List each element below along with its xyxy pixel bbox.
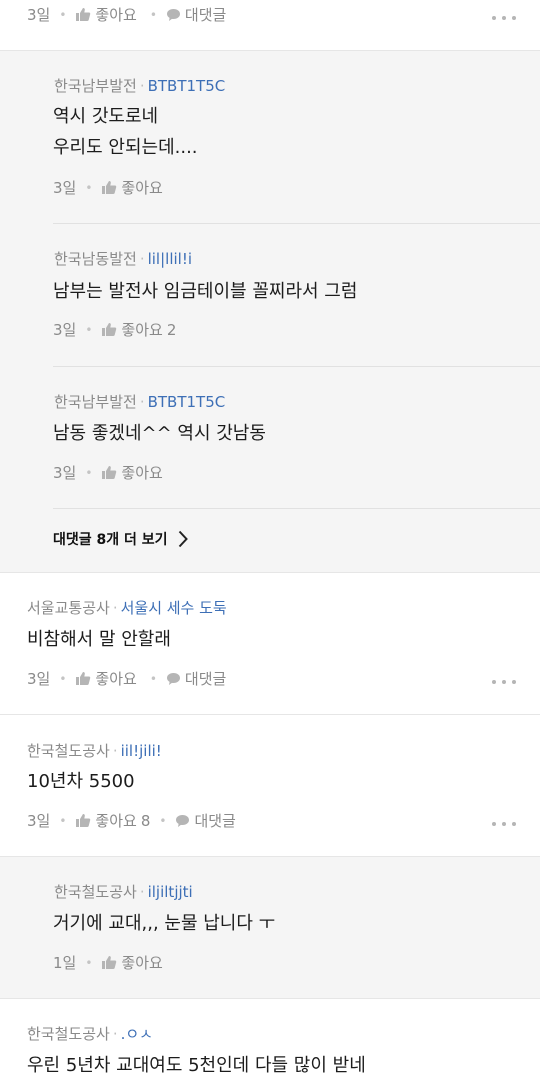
see-more-replies-button[interactable]: 대댓글 8개 더 보기	[53, 529, 188, 549]
comment-text: 역시 갓도로네 우리도 안되는데....	[53, 106, 198, 158]
thumbs-up-icon[interactable]	[101, 322, 117, 337]
like-button[interactable]: 좋아요	[95, 810, 136, 831]
thumbs-up-icon[interactable]	[101, 180, 117, 195]
reply-button[interactable]: 대댓글	[194, 810, 235, 831]
author-nickname[interactable]: lil|llil!i	[148, 250, 192, 268]
comment-meta: 3일 • 좋아요 • 대댓글	[27, 668, 227, 689]
comment-author: 서울교통공사 · 서울시 세수 도둑	[27, 599, 227, 617]
comment-meta: 1일 • 좋아요	[53, 952, 163, 973]
more-options-icon[interactable]	[492, 820, 516, 828]
comment-author: 한국남부발전 · BTBT1T5C	[54, 393, 226, 411]
author-nickname[interactable]: iil!jili!	[121, 742, 162, 760]
comment-meta: 3일 • 좋아요	[53, 177, 163, 198]
comment-author: 한국남부발전 · BTBT1T5C	[54, 77, 226, 95]
comment-text: 남동 좋겠네^^ 역시 갓남동	[53, 423, 266, 444]
like-button[interactable]: 좋아요	[95, 4, 136, 25]
comment-time: 3일	[27, 812, 51, 830]
comment-time: 3일	[53, 321, 77, 339]
like-button[interactable]: 좋아요	[121, 462, 162, 483]
comment-text: 거기에 교대,,, 눈물 납니다 ㅜ	[53, 913, 276, 934]
chevron-right-icon	[178, 530, 188, 548]
comment-meta: 3일 • 좋아요 • 대댓글	[27, 4, 227, 25]
thumbs-up-icon[interactable]	[75, 7, 91, 22]
like-button[interactable]: 좋아요	[95, 668, 136, 689]
comment-text: 10년차 5500	[27, 771, 135, 792]
comment-author: 한국철도공사 · iil!jili!	[27, 742, 162, 760]
speech-bubble-icon[interactable]	[166, 8, 181, 22]
like-button[interactable]: 좋아요	[121, 319, 162, 340]
comment-time: 3일	[53, 464, 77, 482]
thumbs-up-icon[interactable]	[101, 955, 117, 970]
comment-time: 3일	[27, 670, 51, 688]
comment-text: 남부는 발전사 임금테이블 꼴찌라서 그럼	[53, 281, 358, 302]
speech-bubble-icon[interactable]	[166, 672, 181, 686]
comment-text: 비참해서 말 안할래	[27, 629, 171, 650]
thumbs-up-icon[interactable]	[101, 465, 117, 480]
like-count: 8	[140, 811, 151, 830]
author-nickname[interactable]: 서울시 세수 도둑	[121, 599, 227, 617]
more-options-icon[interactable]	[492, 14, 516, 22]
like-button[interactable]: 좋아요	[121, 952, 162, 973]
author-nickname[interactable]: BTBT1T5C	[148, 393, 226, 411]
comment-meta: 3일 • 좋아요 2	[53, 319, 177, 340]
comment-time: 1일	[53, 954, 77, 972]
comment-time: 3일	[27, 6, 51, 24]
author-nickname[interactable]: BTBT1T5C	[148, 77, 226, 95]
like-count: 2	[166, 320, 177, 339]
author-nickname[interactable]: iljiltjjti	[148, 883, 193, 901]
comment-text: 우린 5년차 교대여도 5천인데 다들 많이 받네	[27, 1055, 366, 1076]
like-button[interactable]: 좋아요	[121, 177, 162, 198]
comment-author: 한국철도공사 · iljiltjjti	[54, 883, 193, 901]
comment-author: 한국철도공사 · .ㅇㅅ	[27, 1025, 153, 1043]
reply-button[interactable]: 대댓글	[185, 668, 226, 689]
comment-author: 한국남동발전 · lil|llil!i	[54, 250, 193, 268]
comment-feed: 3일 • 좋아요 • 대댓글 한국남부발전 · BTBT1T5C 역시 갓도로네 우…	[0, 0, 540, 1080]
thumbs-up-icon[interactable]	[75, 813, 91, 828]
thumbs-up-icon[interactable]	[75, 671, 91, 686]
author-nickname[interactable]: .ㅇㅅ	[121, 1025, 153, 1043]
reply-button[interactable]: 대댓글	[185, 4, 226, 25]
more-options-icon[interactable]	[492, 678, 516, 686]
speech-bubble-icon[interactable]	[175, 814, 190, 828]
comment-meta: 3일 • 좋아요	[53, 462, 163, 483]
comment-meta: 3일 • 좋아요 8 • 대댓글	[27, 810, 236, 831]
comment-time: 3일	[53, 179, 77, 197]
